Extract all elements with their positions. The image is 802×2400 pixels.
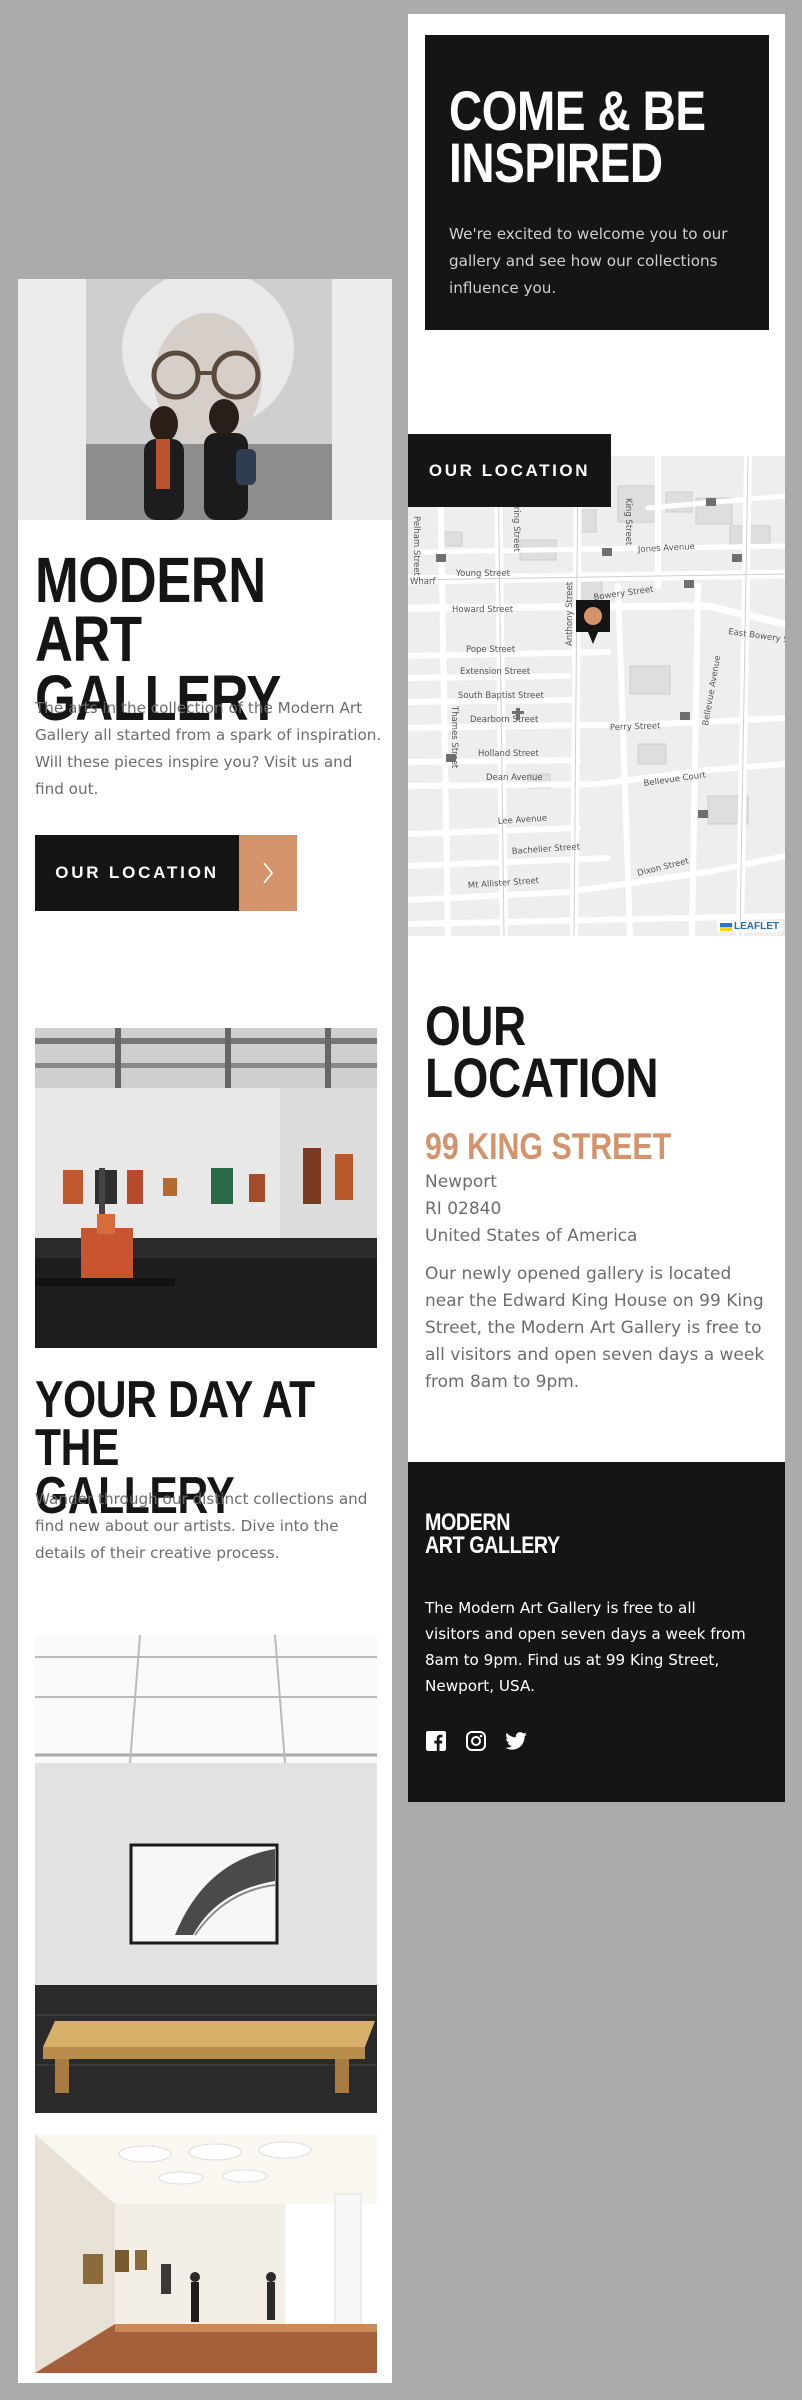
instagram-icon[interactable] — [465, 1730, 487, 1752]
twitter-icon[interactable] — [505, 1730, 527, 1752]
corridor-gallery-image — [35, 2134, 377, 2373]
ukraine-flag-icon — [720, 922, 732, 931]
social-links — [425, 1730, 527, 1752]
street-address: 99 King Street — [425, 1126, 672, 1167]
map-street-label: South Baptist Street — [458, 691, 544, 701]
our-location-button-label: Our Location — [35, 835, 239, 911]
day-at-gallery-description: Wander through our distinct collections … — [35, 1490, 368, 1562]
bench-room-image — [35, 1635, 377, 2113]
address-country: United States of America — [425, 1226, 638, 1246]
map-street-label: King Street — [623, 498, 633, 546]
home-screen: Modern Art Gallery The arts in the colle… — [18, 279, 392, 2383]
map-street-label: Extension Street — [460, 667, 531, 677]
map-our-location-button[interactable]: Our Location — [408, 434, 611, 507]
location-title: Our Location — [425, 994, 659, 1109]
map-street-label: Pelham Street — [411, 516, 421, 576]
street-map[interactable]: Spring Street King StreetJones AvenueYoun… — [408, 456, 785, 936]
map-street-label: Howard Street — [452, 605, 514, 615]
hero-image — [18, 279, 392, 520]
address-postcode: RI 02840 — [425, 1199, 502, 1219]
map-street-label: Wharf — [410, 577, 436, 587]
hero-description: The arts in the collection of the Modern… — [35, 699, 382, 798]
map-street-label: Dean Avenue — [486, 773, 543, 783]
map-street-label: Pope Street — [466, 645, 516, 655]
map-street-label: Dearborn Street — [470, 715, 539, 725]
facebook-icon[interactable] — [425, 1730, 447, 1752]
map-street-label: Young Street — [455, 569, 511, 579]
footer-logo[interactable]: Modern Art Gallery — [425, 1511, 560, 1558]
map-street-label: Holland Street — [478, 749, 540, 759]
location-description: Our newly opened gallery is located near… — [425, 1264, 765, 1392]
map-street-label: Perry Street — [610, 721, 661, 733]
inspire-title: Come & Be Inspired — [449, 79, 706, 194]
footer-description: The Modern Art Gallery is free to all vi… — [425, 1599, 746, 1695]
leaflet-attribution-label: Leaflet — [734, 921, 779, 932]
address-block: Newport RI 02840 United States of Americ… — [425, 1169, 637, 1250]
chevron-right-icon — [239, 835, 297, 911]
our-location-button[interactable]: Our Location — [35, 835, 297, 911]
gallery-hall-image — [35, 1028, 377, 1348]
map-street-label: Anthony Street — [565, 581, 575, 646]
footer: Modern Art Gallery The Modern Art Galler… — [408, 1462, 785, 1802]
inspire-description: We're excited to welcome you to our gall… — [449, 225, 728, 297]
portrait-artwork-image — [18, 279, 392, 520]
leaflet-attribution[interactable]: Leaflet — [717, 921, 782, 932]
address-city: Newport — [425, 1172, 497, 1192]
location-screen: Come & Be Inspired We're excited to welc… — [408, 14, 785, 1802]
location-map[interactable]: Spring Street King Street Jones Avenue Youn… — [408, 456, 785, 936]
inspire-card: Come & Be Inspired We're excited to welc… — [425, 35, 769, 330]
